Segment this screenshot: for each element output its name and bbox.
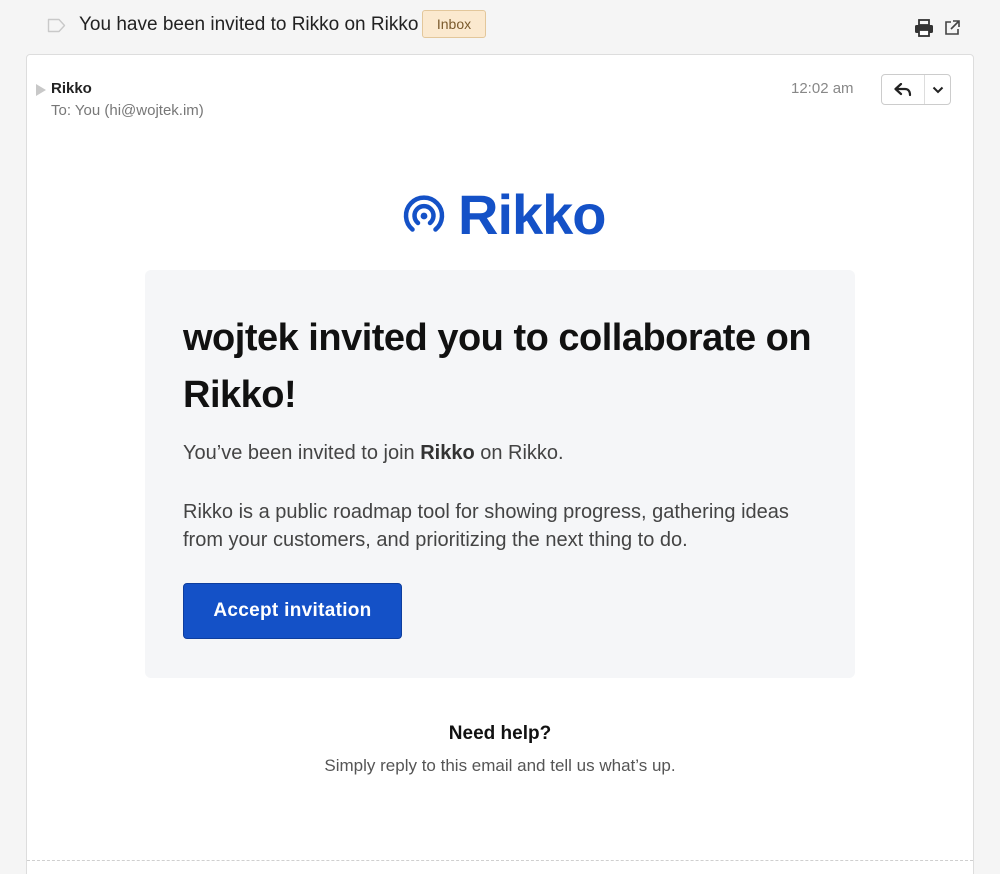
invite-panel: wojtek invited you to collaborate on Rik…: [145, 270, 855, 678]
sender-name[interactable]: Rikko: [51, 80, 92, 97]
reply-button[interactable]: [882, 75, 925, 104]
help-text: Simply reply to this email and tell us w…: [324, 756, 676, 775]
popout-icon[interactable]: [942, 18, 962, 38]
subject-bar: You have been invited to Rikko on Rikko …: [0, 0, 1000, 54]
invite-description: Rikko is a public roadmap tool for showi…: [183, 501, 789, 551]
email-subject: You have been invited to Rikko on Rikko: [79, 14, 419, 35]
intro-suffix: on Rikko.: [474, 442, 564, 464]
message-card: Rikko To: You (hi@wojtek.im) 12:02 am Ri…: [26, 54, 974, 874]
intro-prefix: You’ve been invited to join: [183, 442, 421, 464]
recipient-line: To: You (hi@wojtek.im): [51, 102, 204, 119]
rikko-logo-text: Rikko: [458, 183, 606, 246]
invite-heading: wojtek invited you to collaborate on Rik…: [183, 317, 812, 416]
inbox-badge[interactable]: Inbox: [422, 10, 486, 38]
reply-icon: [894, 82, 912, 96]
more-options-button[interactable]: [925, 75, 950, 104]
label-tag-icon[interactable]: [47, 18, 66, 33]
expand-caret-icon[interactable]: [36, 84, 46, 96]
divider: [27, 860, 973, 861]
help-title: Need help?: [448, 723, 552, 744]
print-icon[interactable]: [913, 18, 935, 38]
intro-project-name: Rikko: [420, 442, 475, 464]
rikko-logo-icon: [403, 195, 445, 232]
accept-invitation-button[interactable]: Accept invitation: [183, 583, 402, 639]
message-time: 12:02 am: [791, 80, 854, 97]
reply-button-group: [881, 74, 951, 105]
invite-intro: You’ve been invited to join Rikko on Rik…: [183, 442, 564, 465]
chevron-down-icon: [932, 86, 943, 93]
